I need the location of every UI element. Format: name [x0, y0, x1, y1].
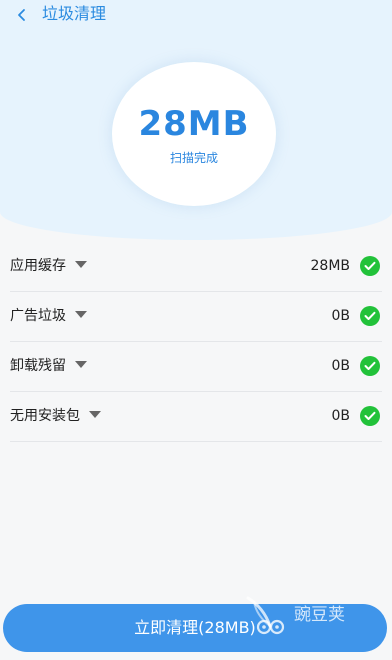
caret-down-icon[interactable] [75, 260, 87, 268]
check-circle-icon[interactable] [360, 306, 380, 326]
junk-row-app-cache[interactable]: 应用缓存 28MB [10, 242, 382, 292]
row-size: 28MB [310, 258, 351, 274]
scan-total-size: 28MB [138, 104, 250, 144]
row-label: 广告垃圾 [10, 308, 66, 324]
page-title: 垃圾清理 [42, 4, 107, 23]
caret-down-icon[interactable] [75, 360, 87, 368]
row-label: 卸载残留 [10, 358, 66, 374]
check-circle-icon[interactable] [360, 406, 380, 426]
junk-row-uninstall-residue[interactable]: 卸载残留 0B [10, 342, 382, 392]
row-size: 0B [331, 308, 350, 324]
row-size: 0B [331, 408, 350, 424]
row-label: 无用安装包 [10, 408, 80, 424]
scan-result-circle: 28MB 扫描完成 [112, 62, 276, 206]
junk-row-ad-junk[interactable]: 广告垃圾 0B [10, 292, 382, 342]
scan-status: 扫描完成 [169, 151, 218, 165]
header: 垃圾清理 [0, 0, 392, 30]
row-label: 应用缓存 [10, 258, 66, 274]
row-size: 0B [331, 358, 350, 374]
junk-row-unused-packages[interactable]: 无用安装包 0B [10, 392, 382, 442]
back-button[interactable] [10, 3, 34, 27]
caret-down-icon[interactable] [75, 310, 87, 318]
junk-category-list: 应用缓存 28MB 广告垃圾 0B 卸载残留 0B 无用安装包 0B [10, 242, 382, 442]
check-circle-icon[interactable] [360, 356, 380, 376]
clean-now-label: 立即清理(28MB) [134, 618, 256, 637]
chevron-left-icon [18, 9, 25, 21]
check-circle-icon[interactable] [360, 256, 380, 276]
clean-now-button[interactable]: 立即清理(28MB) [3, 604, 387, 652]
caret-down-icon[interactable] [89, 410, 101, 418]
